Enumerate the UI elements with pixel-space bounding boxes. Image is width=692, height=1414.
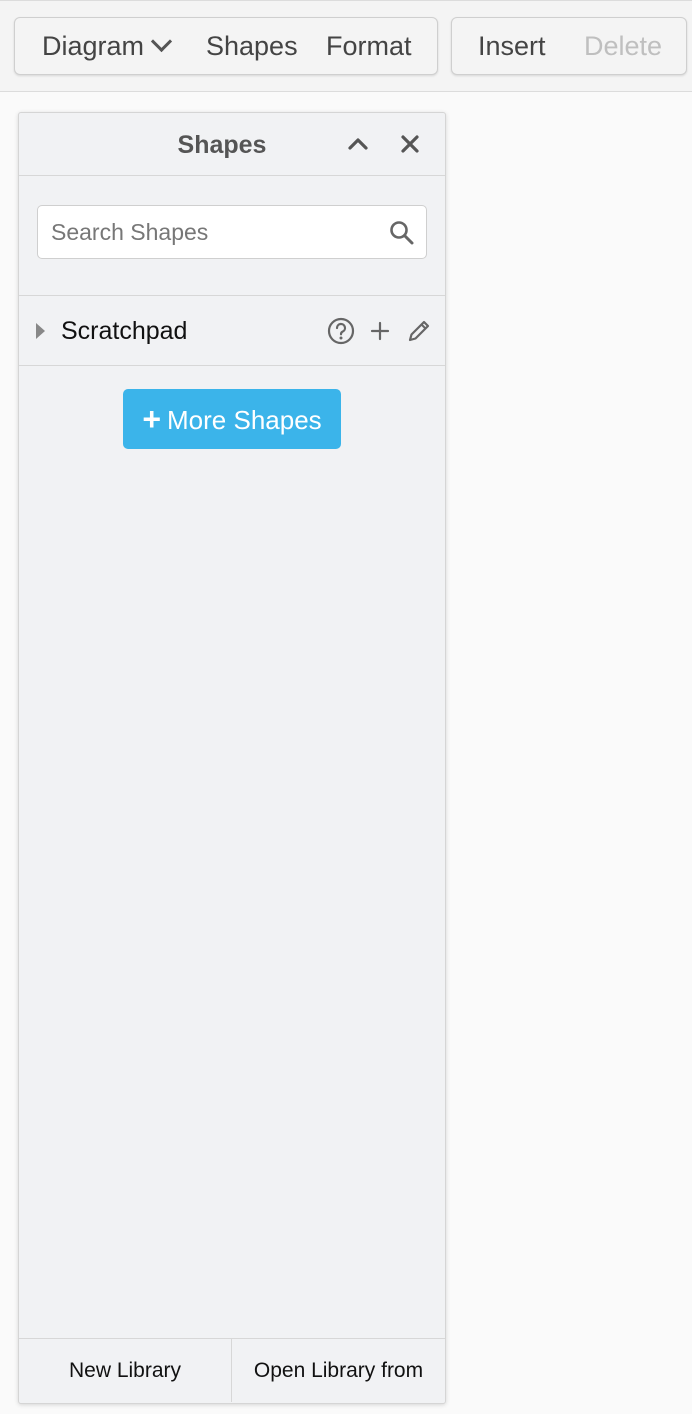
more-shapes-label: More Shapes	[167, 405, 322, 435]
toolbar: Diagram Shapes Format Insert Delete	[0, 0, 692, 92]
toolbar-group-views: Diagram Shapes Format	[14, 17, 438, 75]
triangle-right-icon[interactable]	[36, 323, 45, 339]
close-icon[interactable]	[395, 129, 425, 159]
search-input[interactable]	[38, 206, 378, 258]
more-shapes-button[interactable]: + More Shapes	[123, 389, 341, 449]
help-circle-icon[interactable]	[326, 316, 356, 346]
shapes-panel-header: Shapes	[19, 113, 445, 176]
pencil-icon[interactable]	[404, 316, 434, 346]
diagram-menu-label: Diagram	[42, 31, 145, 61]
shapes-tab-button[interactable]: Shapes	[206, 18, 298, 76]
delete-button[interactable]: Delete	[584, 18, 662, 76]
search-box	[37, 205, 427, 259]
plus-icon[interactable]	[365, 316, 395, 346]
search-icon[interactable]	[388, 219, 416, 247]
plus-icon: +	[142, 401, 162, 437]
chevron-down-icon	[150, 30, 173, 53]
format-tab-button[interactable]: Format	[326, 18, 412, 76]
new-library-button[interactable]: New Library	[19, 1339, 232, 1402]
shapes-panel: Shapes Scratchpad	[18, 112, 446, 1404]
diagram-menu-button[interactable]: Diagram	[42, 18, 173, 76]
chevron-up-icon[interactable]	[343, 129, 373, 159]
insert-button[interactable]: Insert	[478, 18, 546, 76]
toolbar-group-edit: Insert Delete	[451, 17, 687, 75]
library-footer: New Library Open Library from	[19, 1338, 445, 1403]
scratchpad-label[interactable]: Scratchpad	[61, 296, 187, 365]
scratchpad-section[interactable]: Scratchpad	[19, 296, 445, 365]
divider	[19, 365, 445, 366]
open-library-button[interactable]: Open Library from	[232, 1339, 445, 1402]
